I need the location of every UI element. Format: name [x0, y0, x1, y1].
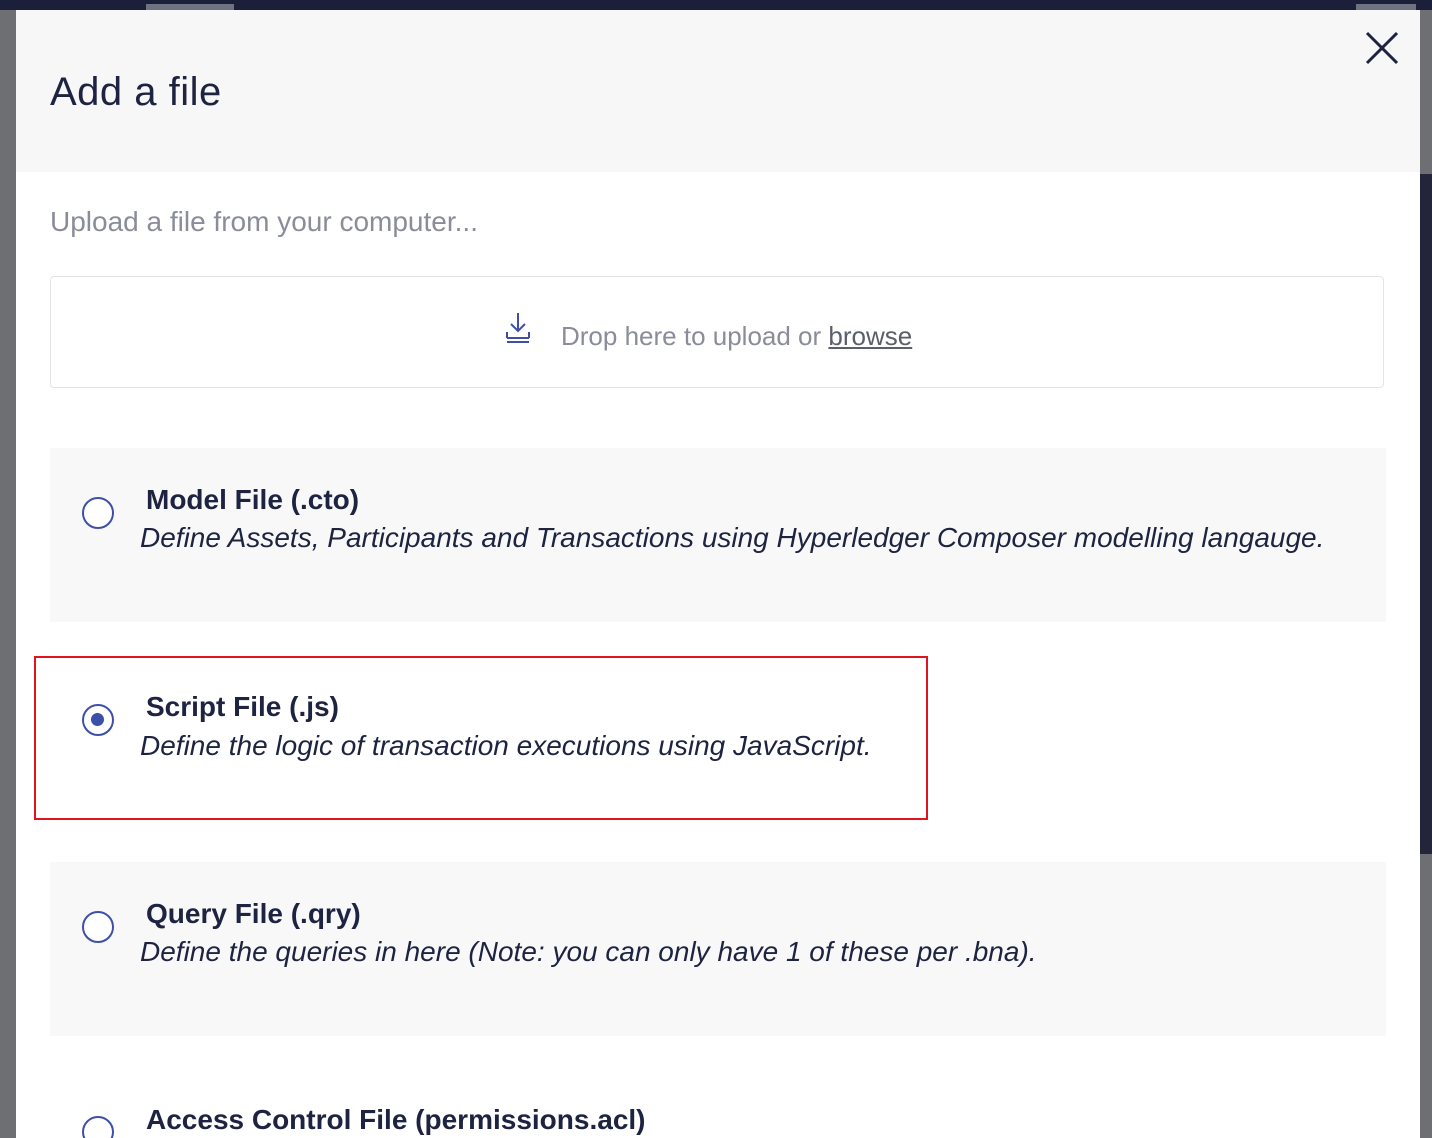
- close-icon: [1365, 31, 1399, 65]
- selection-highlight-box: [34, 656, 928, 820]
- option-title: Query File (.qry): [146, 898, 361, 929]
- option-model-file[interactable]: Model File (.cto) Define Assets, Partici…: [50, 448, 1386, 622]
- drop-text: Drop here to upload or browse: [561, 321, 912, 352]
- option-description: Define Assets, Participants and Transact…: [140, 522, 1325, 553]
- option-description: Define the queries in here (Note: you ca…: [140, 936, 1037, 967]
- file-dropzone[interactable]: Drop here to upload or browse: [50, 276, 1384, 388]
- modal-header: Add a file: [16, 10, 1420, 172]
- upload-heading: Upload a file from your computer...: [50, 206, 478, 237]
- option-query-file[interactable]: Query File (.qry) Define the queries in …: [50, 862, 1386, 1036]
- radio-model-file[interactable]: [82, 497, 114, 529]
- browse-link[interactable]: browse: [828, 321, 912, 351]
- radio-access-control-file[interactable]: [82, 1116, 114, 1138]
- option-access-control-file[interactable]: Access Control File (permissions.acl): [50, 1068, 1386, 1138]
- drop-instruction: Drop here to upload or: [561, 321, 822, 351]
- modal-title: Add a file: [50, 70, 222, 114]
- radio-query-file[interactable]: [82, 911, 114, 943]
- background-app-panel: [1420, 174, 1432, 854]
- option-title: Access Control File (permissions.acl): [146, 1104, 646, 1135]
- option-title: Model File (.cto): [146, 484, 360, 515]
- add-file-modal: Add a file Upload a file from your compu…: [16, 10, 1420, 1138]
- upload-icon: [506, 313, 530, 343]
- close-button[interactable]: [1362, 28, 1402, 68]
